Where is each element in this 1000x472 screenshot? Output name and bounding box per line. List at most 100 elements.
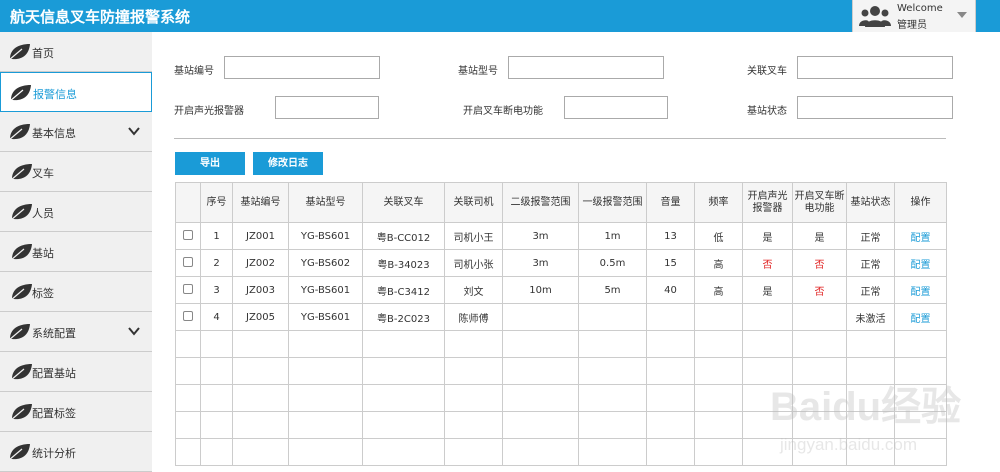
column-header: 开启叉车断电功能 bbox=[792, 182, 847, 223]
column-header: 基站型号 bbox=[288, 182, 363, 223]
table-row: 3 JZ003 YG-BS601 粤B-C3412 刘文 10m 5m 40 高… bbox=[175, 276, 947, 304]
config-link[interactable]: 配置 bbox=[894, 249, 947, 277]
column-header: 频率 bbox=[694, 182, 743, 223]
config-link[interactable]: 配置 bbox=[894, 276, 947, 304]
row-checkbox[interactable] bbox=[183, 256, 193, 267]
config-link[interactable]: 配置 bbox=[894, 303, 947, 331]
sidebar-item-config-tag[interactable]: 配置标签 bbox=[0, 392, 152, 432]
table-cell: 正常 bbox=[846, 249, 895, 277]
table-cell: JZ005 bbox=[232, 303, 289, 331]
column-header: 关联叉车 bbox=[362, 182, 445, 223]
row-checkbox[interactable] bbox=[183, 310, 193, 321]
sound-light-alarm-input[interactable] bbox=[275, 96, 379, 119]
baidu-watermark: Baidu经验 jingyan.baidu.com bbox=[770, 385, 961, 454]
leaf-icon bbox=[10, 404, 32, 421]
users-icon bbox=[859, 6, 891, 27]
row-checkbox[interactable] bbox=[183, 229, 193, 240]
sidebar-item-personnel[interactable]: 人员 bbox=[0, 192, 152, 232]
table-row: 4 JZ005 YG-BS601 粤B-2C023 陈师傅 未激活 配置 bbox=[175, 303, 947, 331]
sidebar-item-alarm-info[interactable]: 报警信息 bbox=[0, 72, 152, 112]
row-checkbox-cell[interactable] bbox=[175, 276, 201, 304]
table-cell: 15 bbox=[646, 249, 695, 277]
row-checkbox-cell[interactable] bbox=[175, 222, 201, 250]
divider bbox=[174, 138, 946, 139]
sidebar-item-home[interactable]: 首页 bbox=[0, 32, 152, 72]
sidebar-item-system-config[interactable]: 系统配置 bbox=[0, 312, 152, 352]
table-cell: 否 bbox=[792, 249, 847, 277]
table-cell: 正常 bbox=[846, 276, 895, 304]
header-strip bbox=[976, 0, 1000, 32]
table-cell: 粤B-C3412 bbox=[362, 276, 445, 304]
table-cell: 正常 bbox=[846, 222, 895, 250]
sidebar-item-label: 人员 bbox=[32, 207, 54, 220]
export-button[interactable]: 导出 bbox=[175, 152, 245, 175]
table-cell: 2 bbox=[200, 249, 233, 277]
table-cell: 3m bbox=[502, 249, 579, 277]
sidebar: 首页 报警信息 基本信息 叉车 人员 基站 标签 系统配置 配置基站 配置标签 bbox=[0, 32, 152, 472]
sidebar-item-label: 叉车 bbox=[32, 167, 54, 180]
table-cell: YG-BS601 bbox=[288, 303, 363, 331]
leaf-icon bbox=[10, 284, 32, 301]
welcome-text: Welcome bbox=[897, 3, 943, 14]
leaf-icon bbox=[9, 85, 31, 102]
config-link[interactable]: 配置 bbox=[894, 222, 947, 250]
watermark-url: jingyan.baidu.com bbox=[779, 435, 917, 454]
row-checkbox-cell[interactable] bbox=[175, 249, 201, 277]
station-model-label: 基站型号 bbox=[458, 66, 498, 77]
sound-light-alarm-label: 开启声光报警器 bbox=[174, 106, 244, 117]
chevron-down-icon[interactable] bbox=[128, 125, 140, 137]
power-cutoff-label: 开启叉车断电功能 bbox=[463, 106, 543, 117]
row-checkbox-cell[interactable] bbox=[175, 303, 201, 331]
column-header: 操作 bbox=[894, 182, 947, 223]
table-cell: 10m bbox=[502, 276, 579, 304]
leaf-icon bbox=[8, 44, 30, 61]
table-cell: YG-BS601 bbox=[288, 276, 363, 304]
user-menu[interactable]: Welcome 管理员 bbox=[852, 0, 976, 32]
modify-log-button[interactable]: 修改日志 bbox=[253, 152, 323, 175]
sidebar-item-statistics[interactable]: 统计分析 bbox=[0, 432, 152, 472]
table-cell bbox=[742, 303, 793, 331]
sidebar-item-label: 配置标签 bbox=[32, 407, 76, 420]
sidebar-item-basic-info[interactable]: 基本信息 bbox=[0, 112, 152, 152]
sidebar-item-forklift[interactable]: 叉车 bbox=[0, 152, 152, 192]
power-cutoff-input[interactable] bbox=[564, 96, 668, 119]
table-cell bbox=[502, 303, 579, 331]
table-row: 2 JZ002 YG-BS602 粤B-34023 司机小张 3m 0.5m 1… bbox=[175, 249, 947, 277]
table-cell: 4 bbox=[200, 303, 233, 331]
linked-forklift-input[interactable] bbox=[797, 56, 953, 79]
sidebar-item-base-station[interactable]: 基站 bbox=[0, 232, 152, 272]
chevron-down-icon[interactable] bbox=[957, 12, 967, 18]
table-cell: 否 bbox=[792, 276, 847, 304]
table-cell: 高 bbox=[694, 276, 743, 304]
table-cell bbox=[646, 303, 695, 331]
chevron-down-icon[interactable] bbox=[128, 325, 140, 337]
station-status-input[interactable] bbox=[797, 96, 953, 119]
sidebar-item-label: 配置基站 bbox=[32, 367, 76, 380]
sidebar-item-label: 标签 bbox=[32, 287, 54, 300]
table-cell bbox=[792, 303, 847, 331]
table-cell: 高 bbox=[694, 249, 743, 277]
table-cell: 司机小张 bbox=[444, 249, 503, 277]
leaf-icon bbox=[10, 244, 32, 261]
station-model-input[interactable] bbox=[508, 56, 664, 79]
table-cell: 3 bbox=[200, 276, 233, 304]
table-cell: 粤B-2C023 bbox=[362, 303, 445, 331]
sidebar-item-label: 基站 bbox=[32, 247, 54, 260]
username: 管理员 bbox=[897, 20, 927, 31]
table-cell: 5m bbox=[578, 276, 647, 304]
table-cell: 刘文 bbox=[444, 276, 503, 304]
table-cell: 陈师傅 bbox=[444, 303, 503, 331]
table-cell: 0.5m bbox=[578, 249, 647, 277]
leaf-icon bbox=[10, 164, 32, 181]
table-cell: 40 bbox=[646, 276, 695, 304]
table-cell: 司机小王 bbox=[444, 222, 503, 250]
table-cell: 是 bbox=[742, 276, 793, 304]
sidebar-item-config-station[interactable]: 配置基站 bbox=[0, 352, 152, 392]
table-cell: 13 bbox=[646, 222, 695, 250]
table-cell: 否 bbox=[742, 249, 793, 277]
row-checkbox[interactable] bbox=[183, 283, 193, 294]
table-cell: 是 bbox=[742, 222, 793, 250]
station-no-input[interactable] bbox=[224, 56, 380, 79]
station-no-label: 基站编号 bbox=[174, 66, 214, 77]
sidebar-item-tag[interactable]: 标签 bbox=[0, 272, 152, 312]
